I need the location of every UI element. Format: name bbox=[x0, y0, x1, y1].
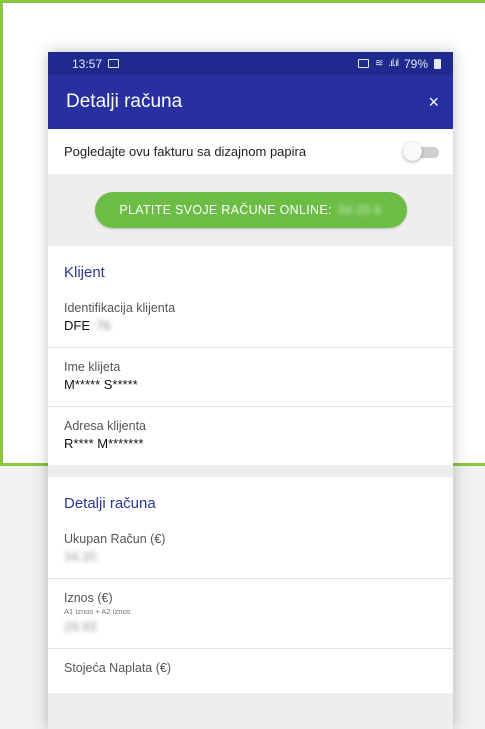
pay-amount-blurred: 34.20 € bbox=[337, 203, 382, 217]
toggle-thumb bbox=[403, 141, 422, 161]
pay-online-button[interactable]: PLATITE SVOJE RAČUNE ONLINE: 34.20 € bbox=[94, 192, 407, 228]
client-name-field: Ime klijeta M***** S***** bbox=[48, 347, 453, 406]
bill-section-title: Detalji računa bbox=[64, 495, 156, 512]
field-sublabel: A1 Iznos + A2 Iznos bbox=[64, 607, 131, 616]
client-id-field: Identifikacija klijenta DFE 76 bbox=[48, 301, 453, 347]
paper-design-toggle[interactable] bbox=[403, 141, 439, 161]
pay-online-label: PLATITE SVOJE RAČUNE ONLINE: bbox=[119, 203, 332, 217]
wifi-icon: ≋ bbox=[375, 58, 383, 69]
pay-area: PLATITE SVOJE RAČUNE ONLINE: 34.20 € bbox=[48, 174, 453, 246]
app-bar: Detalji računa × bbox=[48, 75, 453, 129]
bill-card: Detalji računa Ukupan Račun (€) 34.20 Iz… bbox=[48, 477, 453, 693]
field-value: DFE 76 bbox=[64, 318, 437, 333]
gallery-icon bbox=[108, 59, 120, 68]
amount-value: 29.93 bbox=[64, 619, 97, 634]
status-bar: 13:57 ≋ .ıl.ıl 79% bbox=[48, 52, 453, 75]
total-value: 34.20 bbox=[64, 549, 97, 564]
close-icon[interactable]: × bbox=[428, 92, 439, 113]
phone-screen: 13:57 ≋ .ıl.ıl 79% Detalji računa × Pogl… bbox=[48, 52, 453, 729]
battery-percent: 79% bbox=[403, 56, 428, 71]
paper-design-label: Pogledajte ovu fakturu sa dizajnom papir… bbox=[64, 144, 307, 159]
field-label: Adresa klijenta bbox=[64, 419, 146, 433]
paper-design-row: Pogledajte ovu fakturu sa dizajnom papir… bbox=[48, 129, 453, 174]
client-id-masked: 76 bbox=[96, 318, 111, 333]
client-address-value: R**** M******* bbox=[64, 436, 144, 451]
client-card: Klijent Identifikacija klijenta DFE 76 Im… bbox=[48, 246, 453, 465]
client-id-value: DFE bbox=[64, 318, 90, 333]
client-name-value: M***** S***** bbox=[64, 377, 138, 392]
standing-charge-field: Stojeća Naplata (€) bbox=[48, 648, 453, 689]
field-label: Stojeća Naplata (€) bbox=[64, 661, 172, 675]
client-address-field: Adresa klijenta R**** M******* bbox=[48, 406, 453, 465]
field-label: Iznos (€) bbox=[64, 591, 113, 605]
page-title: Detalji računa bbox=[66, 91, 183, 112]
signal-icon: .ıl.ıl bbox=[388, 58, 399, 69]
status-time: 13:57 bbox=[72, 56, 103, 71]
field-label: Ime klijeta bbox=[64, 360, 121, 374]
client-section-title: Klijent bbox=[64, 264, 105, 281]
field-label: Ukupan Račun (€) bbox=[64, 532, 166, 546]
amount-field: Iznos (€) A1 Iznos + A2 Iznos 29.93 bbox=[48, 578, 453, 648]
field-label: Identifikacija klijenta bbox=[64, 301, 176, 315]
notification-icon bbox=[358, 59, 370, 68]
battery-icon bbox=[434, 58, 441, 69]
total-field: Ukupan Račun (€) 34.20 bbox=[48, 532, 453, 578]
